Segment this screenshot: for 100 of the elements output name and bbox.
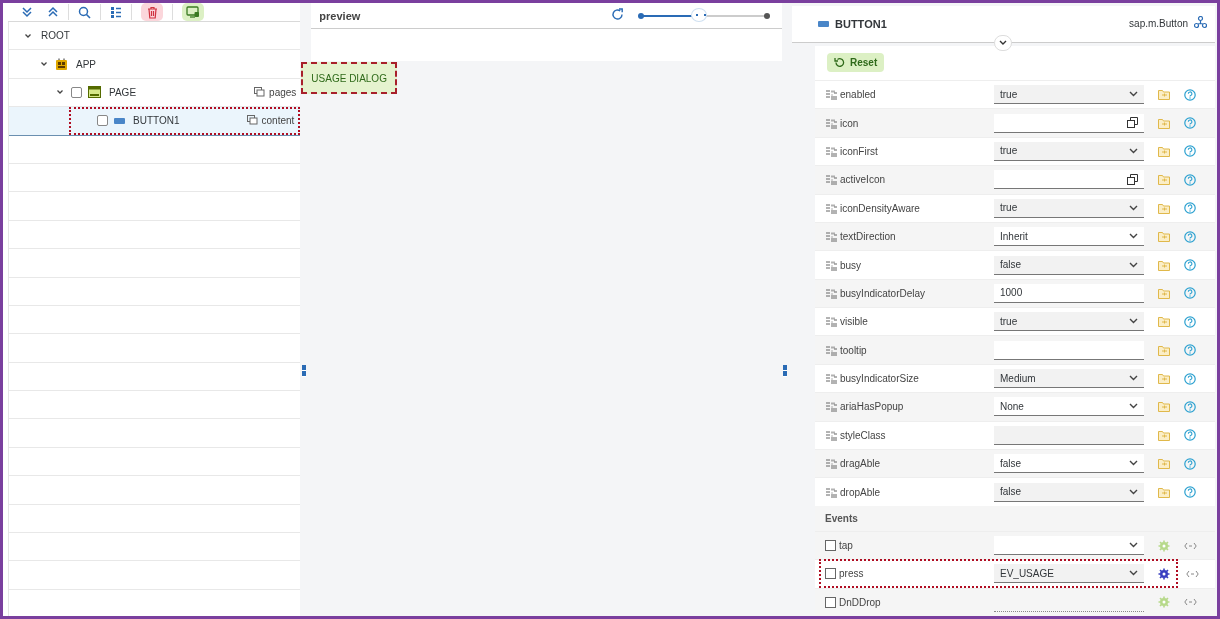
aggregation-label: pages: [269, 86, 297, 98]
select-field[interactable]: true: [994, 141, 1144, 161]
aggregation-icon: [254, 86, 267, 98]
help-icon[interactable]: [1184, 315, 1196, 328]
help-icon[interactable]: [1184, 202, 1196, 215]
folder-icon[interactable]: [1158, 316, 1170, 328]
help-icon[interactable]: [1184, 173, 1196, 186]
tree-item[interactable]: BUTTON1 content: [9, 107, 301, 136]
tree-item[interactable]: ROOT: [9, 22, 301, 51]
property-icon: [825, 429, 837, 441]
property-icon: [825, 231, 837, 243]
help-icon[interactable]: [1184, 344, 1196, 357]
select-field[interactable]: false: [994, 482, 1144, 502]
checkbox[interactable]: [71, 86, 82, 98]
property-icon: [825, 145, 837, 157]
code-icon[interactable]: [1186, 569, 1199, 578]
chevron-down-icon: [1129, 542, 1138, 548]
help-icon[interactable]: [1184, 287, 1196, 300]
help-icon[interactable]: [1184, 429, 1196, 442]
folder-icon[interactable]: [1158, 458, 1170, 470]
chevron-down-icon: [1129, 403, 1138, 410]
hierarchy-icon[interactable]: [1194, 16, 1207, 30]
folder-icon[interactable]: [1158, 259, 1170, 271]
property-icon: [825, 486, 837, 498]
tree-item-label: BUTTON1: [133, 115, 180, 127]
input-field[interactable]: [994, 340, 1144, 360]
property-icon: [825, 373, 837, 385]
usage-dialog-button[interactable]: USAGE DIALOG: [301, 62, 397, 94]
input-field[interactable]: [994, 170, 1144, 190]
chevron-down-icon: [1129, 318, 1138, 325]
tree-item[interactable]: APP: [9, 50, 301, 79]
folder-icon[interactable]: [1158, 117, 1170, 129]
input-field[interactable]: 1000: [994, 283, 1144, 303]
folder-icon[interactable]: [1158, 231, 1170, 243]
help-icon[interactable]: [1184, 400, 1196, 413]
folder-icon[interactable]: [1158, 373, 1170, 385]
app-icon: [55, 57, 68, 71]
chevron-down-icon: [1129, 233, 1138, 240]
delete-button[interactable]: [141, 3, 163, 21]
folder-icon[interactable]: [1158, 287, 1170, 299]
property-label: icon: [840, 117, 859, 129]
help-icon[interactable]: [1184, 230, 1196, 243]
property-label: tooltip: [840, 344, 867, 356]
control-title: BUTTON1: [835, 18, 887, 30]
select-field[interactable]: true: [994, 85, 1144, 105]
select-field[interactable]: false: [994, 454, 1144, 474]
select-field[interactable]: true: [994, 198, 1144, 218]
device-button[interactable]: [182, 3, 204, 21]
checkbox[interactable]: [97, 115, 108, 127]
folder-icon[interactable]: [1158, 401, 1170, 413]
help-icon[interactable]: [1184, 372, 1196, 385]
select-field[interactable]: EV_USAGE: [994, 564, 1144, 584]
chevron-down-icon: [999, 39, 1007, 46]
checkbox[interactable]: [825, 540, 836, 551]
help-icon[interactable]: [1184, 457, 1196, 470]
chevron-down-icon: [1129, 375, 1138, 382]
folder-icon[interactable]: [1158, 89, 1170, 101]
property-label: busy: [840, 259, 862, 271]
code-icon[interactable]: [1184, 598, 1197, 607]
select-field[interactable]: [994, 536, 1144, 555]
folder-icon[interactable]: [1158, 202, 1170, 214]
help-icon[interactable]: [1184, 88, 1196, 101]
button-control-icon: [818, 21, 829, 28]
splitter-handle[interactable]: [302, 365, 307, 377]
select-field[interactable]: false: [994, 255, 1144, 275]
property-label: styleClass: [840, 429, 886, 441]
property-icon: [825, 117, 837, 129]
collapse-button[interactable]: [994, 34, 1012, 51]
reset-button[interactable]: Reset: [827, 53, 885, 73]
property-label: ariaHasPopup: [840, 401, 904, 413]
input-field[interactable]: [994, 113, 1144, 133]
help-icon[interactable]: [1184, 486, 1196, 499]
select-field[interactable]: Medium: [994, 369, 1144, 389]
search-icon[interactable]: [78, 5, 91, 19]
help-icon[interactable]: [1184, 145, 1196, 158]
folder-icon[interactable]: [1158, 486, 1170, 498]
chevron-down-icon[interactable]: [24, 31, 32, 40]
folder-icon[interactable]: [1158, 174, 1170, 186]
chevron-down-icon: [1129, 460, 1138, 467]
checkbox[interactable]: [825, 568, 836, 580]
code-icon[interactable]: [1184, 541, 1197, 550]
property-label: dragAble: [840, 458, 881, 470]
folder-icon[interactable]: [1158, 344, 1170, 356]
property-icon: [825, 344, 837, 356]
select-field[interactable]: Inherit: [994, 227, 1144, 247]
folder-icon[interactable]: [1158, 429, 1170, 441]
gear-icon[interactable]: [1158, 567, 1170, 580]
input-field[interactable]: [994, 425, 1144, 445]
help-icon[interactable]: [1184, 117, 1196, 130]
help-icon[interactable]: [1184, 259, 1196, 271]
list-icon[interactable]: [110, 5, 122, 19]
expand-all-icon[interactable]: [21, 6, 33, 18]
monitor-icon: [186, 6, 200, 18]
refresh-icon[interactable]: [611, 8, 624, 21]
select-field[interactable]: None: [994, 397, 1144, 417]
checkbox[interactable]: [825, 596, 836, 608]
select-field[interactable]: true: [994, 312, 1144, 332]
splitter-handle[interactable]: [783, 365, 787, 377]
folder-icon[interactable]: [1158, 145, 1170, 157]
collapse-all-icon[interactable]: [47, 6, 59, 18]
